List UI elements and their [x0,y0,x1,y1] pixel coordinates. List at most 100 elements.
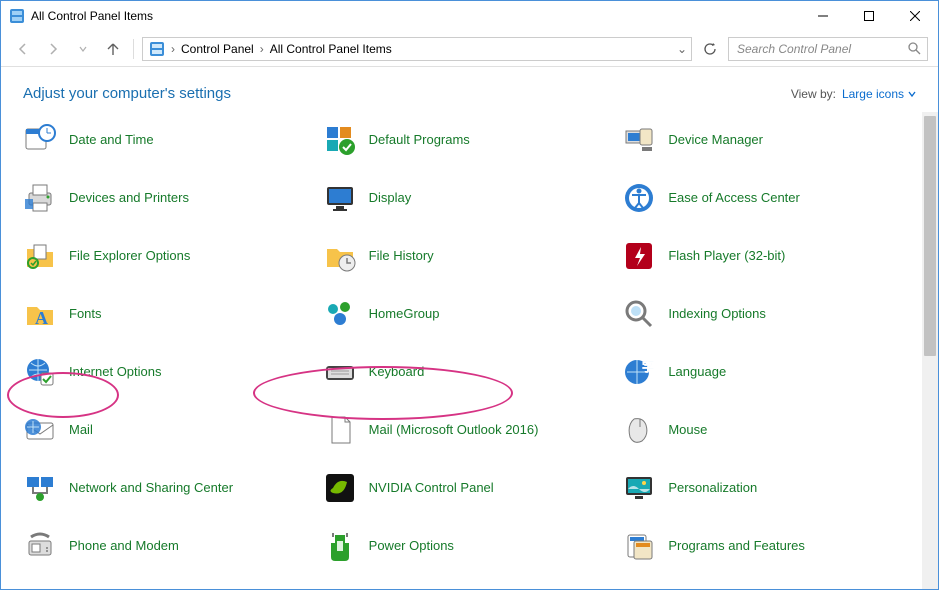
cp-item-personalization[interactable]: Personalization [622,466,912,510]
region-icon [323,587,357,589]
cp-item-nvidia-control-panel[interactable]: NVIDIA Control Panel [323,466,613,510]
chevron-down-icon [908,90,916,98]
folder-options-icon [23,239,57,273]
cp-item-label: File History [369,248,434,264]
clock-calendar-icon [23,123,57,157]
cp-item-mouse[interactable]: Mouse [622,408,912,452]
cp-item-devices-and-printers[interactable]: Devices and Printers [23,176,313,220]
cp-item-programs-features[interactable]: Programs and Features [622,524,912,568]
cp-item-display[interactable]: Display [323,176,613,220]
maximize-button[interactable] [846,1,892,31]
personalize-icon [622,471,656,505]
search-icon [622,297,656,331]
scrollbar-thumb[interactable] [924,116,936,356]
apps-check-icon [323,123,357,157]
globe-lang-icon: 字 [622,355,656,389]
address-history-dropdown-icon[interactable]: ⌄ [675,42,689,56]
content-area: Date and Time Default Programs Device Mana… [1,112,938,589]
cp-item-label: Date and Time [69,132,154,148]
mouse-icon [622,413,656,447]
cp-item-mail-outlook[interactable]: Mail (Microsoft Outlook 2016) [323,408,613,452]
cp-item-label: NVIDIA Control Panel [369,480,494,496]
monitor-icon [323,181,357,215]
content-header: Adjust your computer's settings View by:… [1,67,938,112]
cp-item-date-and-time[interactable]: Date and Time [23,118,313,162]
cp-item-label: Flash Player (32-bit) [668,248,785,264]
recent-dropdown-icon[interactable] [71,37,95,61]
cp-item-network-sharing[interactable]: Network and Sharing Center [23,466,313,510]
forward-button[interactable] [41,37,65,61]
devices-icon [622,123,656,157]
globe-check-icon [23,355,57,389]
keyboard-icon [323,355,357,389]
cp-item-label: Indexing Options [668,306,766,322]
vertical-scrollbar[interactable] [922,112,938,589]
cp-item-remoteapp[interactable]: RemoteApp and Desktop Connections [622,582,912,589]
minimize-button[interactable] [800,1,846,31]
cp-item-label: Phone and Modem [69,538,179,554]
cp-item-language[interactable]: 字 Language [622,350,912,394]
fonts-icon: A [23,297,57,331]
cp-item-label: Personalization [668,480,757,496]
breadcrumb-item-1[interactable]: All Control Panel Items [266,38,396,60]
phone-icon [23,529,57,563]
cp-item-label: Device Manager [668,132,763,148]
cp-item-label: Mail (Microsoft Outlook 2016) [369,422,539,438]
page-heading: Adjust your computer's settings [23,85,791,102]
cp-item-recovery[interactable]: Recovery [23,582,313,589]
cp-item-region[interactable]: Region [323,582,613,589]
search-input[interactable] [735,41,921,57]
cp-item-file-history[interactable]: File History [323,234,613,278]
cp-item-internet-options[interactable]: Internet Options [23,350,313,394]
cp-item-label: Mouse [668,422,707,438]
window-title: All Control Panel Items [31,9,800,23]
folder-history-icon [323,239,357,273]
power-icon [323,529,357,563]
viewby-dropdown[interactable]: Large icons [842,87,916,101]
cp-item-power-options[interactable]: Power Options [323,524,613,568]
address-root-icon[interactable] [145,38,169,60]
cp-item-ease-of-access[interactable]: Ease of Access Center [622,176,912,220]
cp-item-label: Programs and Features [668,538,805,554]
cp-item-device-manager[interactable]: Device Manager [622,118,912,162]
items-grid: Date and Time Default Programs Device Mana… [1,112,938,589]
cp-item-label: Devices and Printers [69,190,189,206]
close-button[interactable] [892,1,938,31]
cp-item-label: Display [369,190,412,206]
breadcrumb-item-0[interactable]: Control Panel [177,38,258,60]
cp-item-label: RemoteApp and Desktop Connections [668,588,838,589]
address-bar[interactable]: › Control Panel › All Control Panel Item… [142,37,692,61]
page-icon [323,413,357,447]
chevron-right-icon[interactable]: › [258,42,266,56]
nvidia-icon [323,471,357,505]
programs-icon [622,529,656,563]
cp-item-file-explorer-options[interactable]: File Explorer Options [23,234,313,278]
svg-text:A: A [35,308,48,328]
cp-item-label: Ease of Access Center [668,190,800,206]
cp-item-indexing-options[interactable]: Indexing Options [622,292,912,336]
navbar: › Control Panel › All Control Panel Item… [1,31,938,67]
viewby-label: View by: [791,87,836,101]
back-button[interactable] [11,37,35,61]
control-panel-window: All Control Panel Items › Control Panel … [0,0,939,590]
titlebar: All Control Panel Items [1,1,938,31]
cp-item-homegroup[interactable]: HomeGroup [323,292,613,336]
search-icon[interactable] [908,42,921,55]
cp-item-label: Internet Options [69,364,162,380]
cp-item-fonts[interactable]: AFonts [23,292,313,336]
remoteapp-icon [622,587,656,589]
up-button[interactable] [101,37,125,61]
cp-item-default-programs[interactable]: Default Programs [323,118,613,162]
cp-item-label: Language [668,364,726,380]
refresh-button[interactable] [698,37,722,61]
search-box[interactable] [728,37,928,61]
cp-item-mail[interactable]: Mail [23,408,313,452]
cp-item-keyboard[interactable]: Keyboard [323,350,613,394]
cp-item-phone-and-modem[interactable]: Phone and Modem [23,524,313,568]
chevron-right-icon[interactable]: › [169,42,177,56]
access-icon [622,181,656,215]
cp-item-flash-player[interactable]: Flash Player (32-bit) [622,234,912,278]
control-panel-app-icon [9,8,25,24]
mail-icon [23,413,57,447]
nav-separator [133,39,134,59]
